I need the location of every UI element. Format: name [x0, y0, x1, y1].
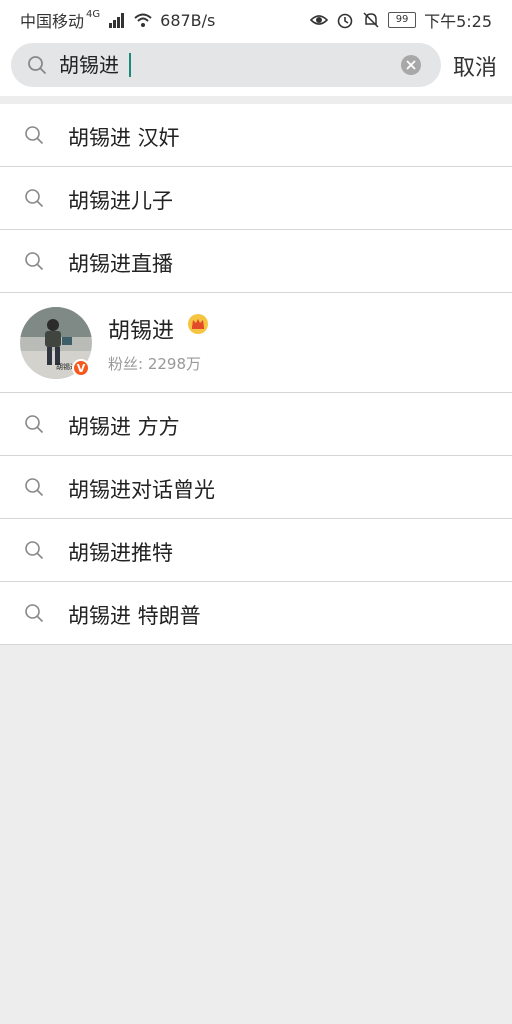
mute-bell-icon	[363, 12, 379, 28]
clear-search-button[interactable]	[401, 55, 421, 75]
search-icon	[28, 56, 47, 75]
suggestion-item[interactable]: 胡锡进推特	[0, 519, 512, 582]
status-right: 99 下午5:25	[310, 8, 492, 32]
clock: 下午5:25	[424, 12, 492, 31]
search-box[interactable]: 胡锡进	[11, 43, 441, 87]
suggestion-text: 胡锡进 方方	[68, 415, 180, 439]
user-fans-count: 粉丝: 2298万	[108, 355, 201, 373]
suggestion-text: 胡锡进 特朗普	[68, 604, 201, 628]
close-icon	[406, 60, 416, 70]
search-icon	[25, 189, 44, 208]
carrier-label: 中国移动	[20, 12, 85, 31]
verified-badge-icon: V	[72, 359, 90, 377]
search-suggestion-list: 胡锡进 汉奸 胡锡进儿子 胡锡进直播 胡锡进 1990	[0, 104, 512, 645]
search-icon	[25, 126, 44, 145]
suggestion-item[interactable]: 胡锡进儿子	[0, 167, 512, 230]
status-left: 中国移动 4G 687B/s	[20, 8, 215, 32]
suggestion-item[interactable]: 胡锡进直播	[0, 230, 512, 293]
search-icon	[25, 415, 44, 434]
search-icon	[25, 604, 44, 623]
wifi-icon	[134, 13, 152, 27]
suggestion-item[interactable]: 胡锡进对话曾光	[0, 456, 512, 519]
user-name: 胡锡进	[108, 319, 175, 344]
suggestion-item[interactable]: 胡锡进 汉奸	[0, 104, 512, 167]
suggestion-text: 胡锡进直播	[68, 252, 173, 276]
network-speed: 687B/s	[160, 10, 216, 30]
search-input[interactable]: 胡锡进	[59, 53, 119, 77]
user-result-item[interactable]: 胡锡进 1990 V 胡锡进 粉丝: 2298万	[0, 293, 512, 393]
suggestion-item[interactable]: 胡锡进 特朗普	[0, 582, 512, 645]
suggestion-text: 胡锡进推特	[68, 541, 173, 565]
suggestion-text: 胡锡进对话曾光	[68, 478, 215, 502]
alarm-icon	[337, 13, 353, 29]
text-caret	[129, 53, 131, 77]
network-type: 4G	[86, 8, 101, 20]
suggestion-item[interactable]: 胡锡进 方方	[0, 393, 512, 456]
crown-icon	[188, 314, 208, 334]
search-icon	[25, 252, 44, 271]
search-header: 胡锡进 取消	[0, 34, 512, 96]
cancel-button[interactable]: 取消	[453, 50, 497, 82]
eye-icon	[310, 15, 329, 25]
search-icon	[25, 541, 44, 560]
battery-indicator: 99	[388, 12, 417, 28]
suggestion-text: 胡锡进儿子	[68, 189, 173, 213]
signal-icon	[109, 13, 125, 28]
search-icon	[25, 478, 44, 497]
avatar-container[interactable]: 胡锡进 1990 V	[20, 307, 92, 379]
status-bar: 中国移动 4G 687B/s 99 下午5:25	[0, 0, 512, 34]
suggestion-text: 胡锡进 汉奸	[68, 126, 180, 150]
